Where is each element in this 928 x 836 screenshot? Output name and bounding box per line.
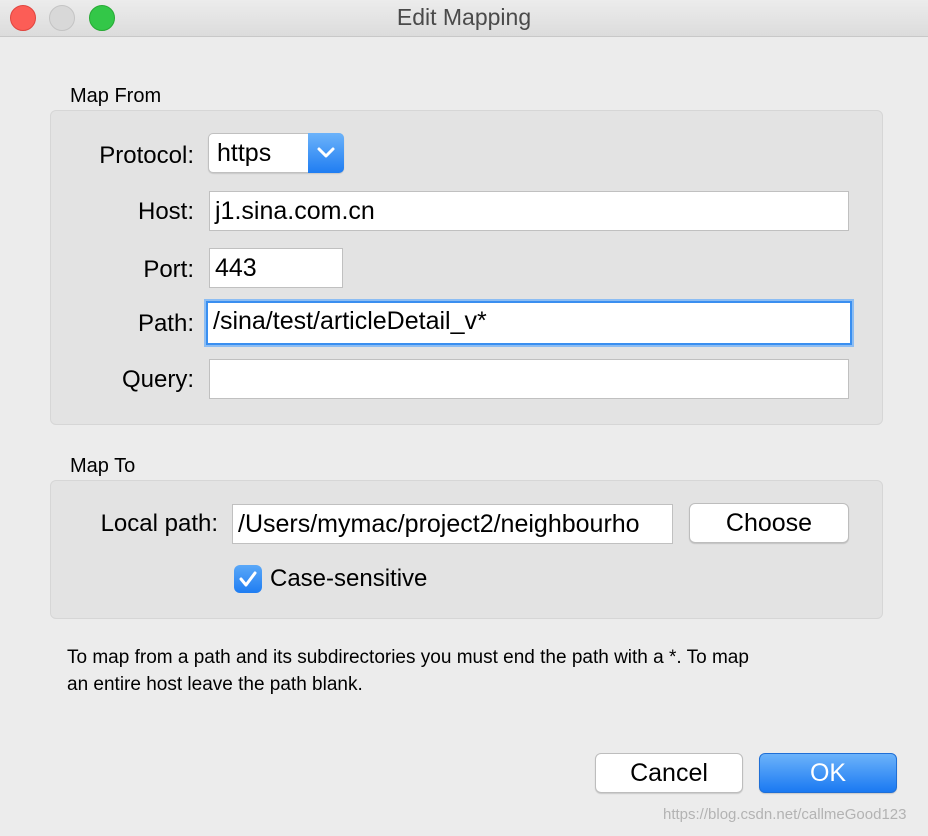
protocol-label: Protocol: <box>99 142 194 169</box>
local-path-field[interactable]: /Users/mymac/project2/neighbourho <box>232 504 673 544</box>
path-label: Path: <box>137 310 194 337</box>
query-label: Query: <box>121 366 194 393</box>
help-text-line-1: To map from a path and its subdirectorie… <box>67 647 749 668</box>
host-field[interactable]: j1.sina.com.cn <box>209 191 849 231</box>
local-path-label: Local path: <box>100 510 218 537</box>
cancel-button[interactable]: Cancel <box>595 753 743 793</box>
path-field[interactable]: /sina/test/articleDetail_v* <box>206 301 852 345</box>
watermark: https://blog.csdn.net/callmeGood123 <box>663 806 907 823</box>
port-label: Port: <box>143 256 194 283</box>
protocol-select[interactable]: https <box>208 133 344 173</box>
chevron-down-icon <box>308 133 344 173</box>
port-field[interactable]: 443 <box>209 248 343 288</box>
map-to-group <box>50 480 883 619</box>
window-title: Edit Mapping <box>396 4 532 30</box>
help-text-line-2: an entire host leave the path blank. <box>67 674 363 695</box>
map-from-heading: Map From <box>70 85 162 107</box>
checkmark-icon <box>239 571 257 587</box>
ok-button[interactable]: OK <box>759 753 897 793</box>
map-to-heading: Map To <box>70 455 136 477</box>
query-field[interactable] <box>209 359 849 399</box>
choose-button[interactable]: Choose <box>689 503 849 543</box>
host-label: Host: <box>137 198 194 225</box>
case-sensitive-checkbox[interactable] <box>234 565 262 593</box>
help-text: To map from a path and its subdirectorie… <box>67 644 867 698</box>
case-sensitive-label[interactable]: Case-sensitive <box>270 565 427 593</box>
protocol-value: https <box>217 139 272 167</box>
title-bar: Edit Mapping <box>0 0 928 37</box>
